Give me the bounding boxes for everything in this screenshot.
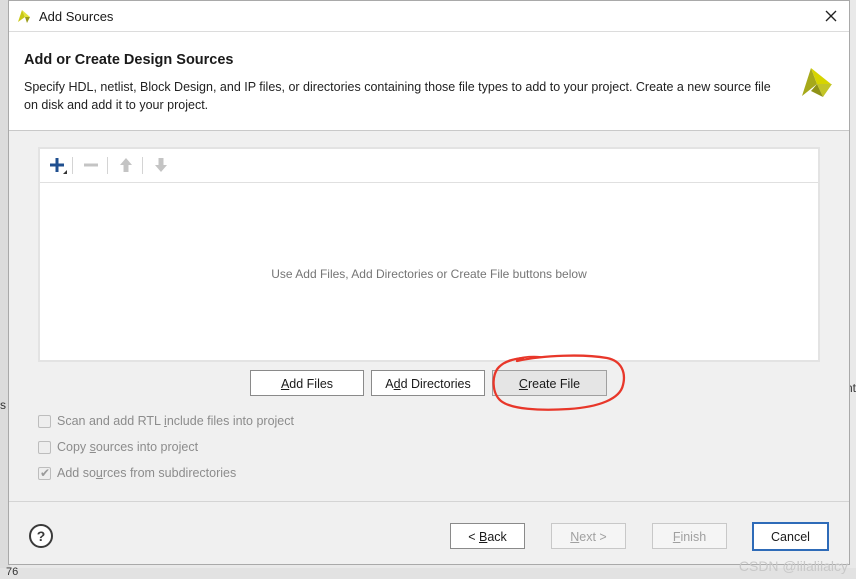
empty-list-message: Use Add Files, Add Directories or Create…: [271, 267, 587, 281]
copy-sources-label: Copy sources into project: [57, 440, 199, 454]
minus-icon[interactable]: [81, 155, 101, 175]
plus-icon[interactable]: [47, 155, 67, 175]
finish-button[interactable]: Finish: [652, 523, 727, 549]
copy-sources-checkbox[interactable]: [38, 441, 51, 454]
toolbar-divider: [142, 157, 143, 174]
page-description: Specify HDL, netlist, Block Design, and …: [24, 80, 771, 112]
help-button[interactable]: ?: [29, 524, 53, 548]
add-sources-dialog: Add Sources Add or Create Design Sources…: [8, 0, 850, 565]
footer-divider: [9, 501, 849, 502]
background-app-text: s: [0, 398, 6, 412]
background-app-bottom-edge: [0, 568, 856, 579]
annotation-circle: [492, 354, 626, 411]
close-icon[interactable]: [821, 6, 841, 26]
subdirectories-checkbox[interactable]: ✔: [38, 466, 51, 480]
arrow-up-icon[interactable]: [116, 155, 136, 175]
next-button[interactable]: Next >: [551, 523, 626, 549]
arrow-down-icon[interactable]: [151, 155, 171, 175]
toolbar-divider: [107, 157, 108, 174]
toolbar-divider: [72, 157, 73, 174]
vivado-logo-icon: [802, 68, 832, 97]
sources-toolbar: [40, 149, 818, 183]
checkmark-icon: ✔: [40, 466, 51, 480]
sources-list[interactable]: Use Add Files, Add Directories or Create…: [38, 147, 820, 362]
cancel-button[interactable]: Cancel: [752, 522, 829, 551]
title-bar[interactable]: Add Sources: [9, 1, 849, 32]
background-app-text: 76: [6, 566, 19, 578]
add-files-button[interactable]: Add Files: [250, 370, 364, 396]
page-title: Add or Create Design Sources: [24, 52, 234, 68]
watermark: CSDN @lilalilalcy: [738, 558, 848, 574]
window-title: Add Sources: [39, 9, 114, 24]
scan-rtl-checkbox[interactable]: [38, 415, 51, 428]
add-directories-button[interactable]: Add Directories: [371, 370, 485, 396]
subdirectories-label: Add sources from subdirectories: [57, 466, 237, 480]
wizard-header: Add or Create Design Sources Specify HDL…: [9, 32, 849, 131]
back-button[interactable]: < Back: [450, 523, 525, 549]
vivado-logo-icon: [18, 10, 30, 23]
scan-rtl-label: Scan and add RTL include files into proj…: [57, 414, 294, 428]
